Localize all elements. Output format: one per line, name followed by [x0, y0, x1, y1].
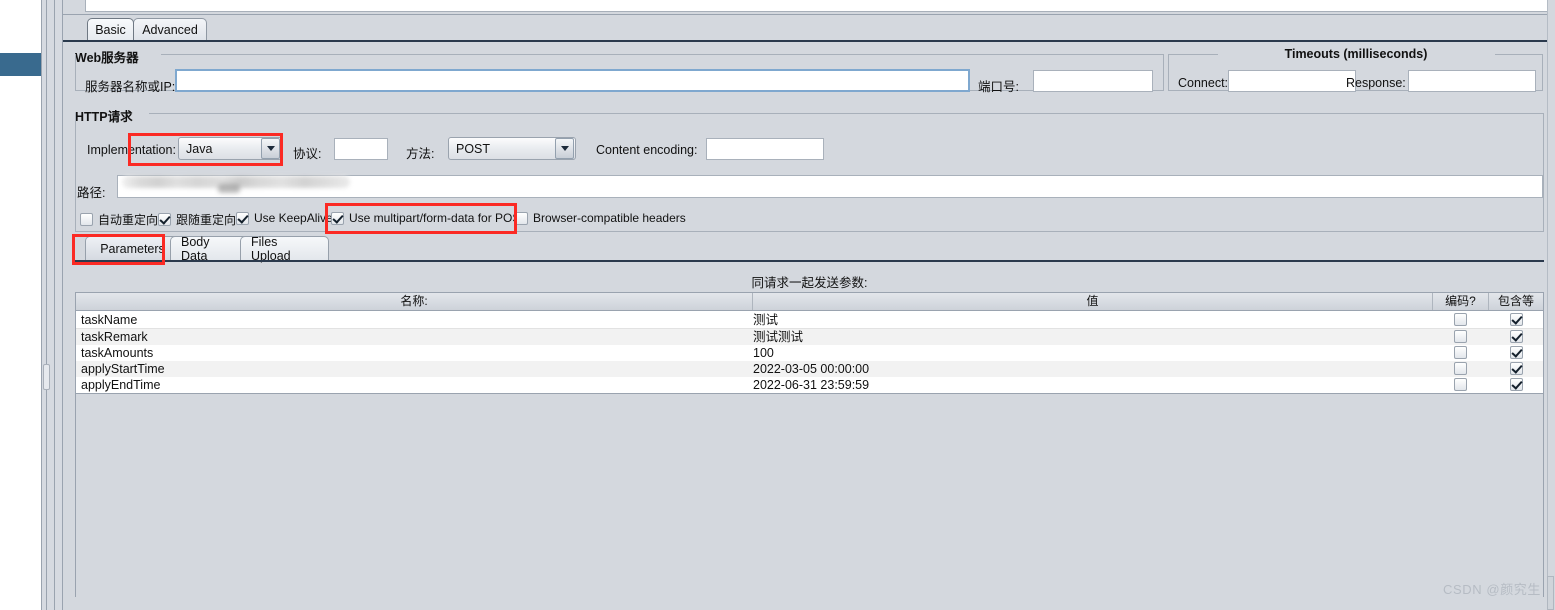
table-row[interactable]: taskAmounts 100 [76, 345, 1543, 361]
cell-include-equals-checkbox[interactable] [1510, 378, 1523, 391]
cell-include-equals-checkbox[interactable] [1510, 330, 1523, 343]
cell-name: taskAmounts [81, 346, 154, 360]
content-encoding-input[interactable] [706, 138, 824, 160]
cell-name: applyEndTime [81, 378, 161, 392]
left-blank-area [0, 0, 41, 610]
method-label: 方法: [406, 147, 435, 161]
content-encoding-label: Content encoding: [596, 143, 698, 157]
chevron-down-icon[interactable] [555, 138, 574, 159]
highlight-parameters-tab [72, 234, 165, 265]
cell-name: taskName [81, 313, 138, 327]
path-label: 路径: [77, 186, 106, 200]
path-input[interactable] [117, 175, 1543, 198]
cell-value: 测试测试 [753, 330, 804, 344]
table-empty-area[interactable] [76, 394, 1543, 597]
inner-tab-files-upload-label: Files Upload [251, 234, 291, 263]
name-field-strip [63, 0, 1555, 13]
checkbox-auto-redirect-row[interactable]: 自动重定向 [80, 211, 158, 228]
use-keepalive-label: Use KeepAlive [254, 211, 333, 225]
split-pane-divider[interactable] [41, 0, 63, 610]
use-keepalive-checkbox[interactable] [236, 211, 249, 225]
table-row[interactable]: applyEndTime 2022-06-31 23:59:59 [76, 377, 1543, 393]
highlight-multipart [325, 203, 517, 234]
main-panel: Basic Advanced Web服务器 服务器名称或IP: 端口号: Tim… [63, 0, 1555, 610]
tab-underline [63, 40, 1555, 42]
port-label: 端口号: [978, 80, 1019, 94]
port-input[interactable] [1033, 70, 1153, 92]
inner-tab-body-data-label: Body Data [181, 234, 210, 263]
table-row[interactable]: taskName 测试 [76, 312, 1543, 328]
tab-basic-label: Basic [95, 22, 126, 37]
cell-include-equals-checkbox[interactable] [1510, 313, 1523, 326]
cell-encode-checkbox[interactable] [1454, 346, 1467, 359]
response-timeout-input[interactable] [1408, 70, 1536, 92]
element-name-field[interactable] [85, 0, 1551, 12]
column-header-name[interactable]: 名称: [76, 293, 753, 310]
server-name-label: 服务器名称或IP: [85, 80, 176, 94]
table-row[interactable]: taskRemark 测试测试 [76, 329, 1543, 345]
params-note: 同请求一起发送参数: [751, 276, 868, 290]
connect-timeout-input[interactable] [1228, 70, 1356, 92]
checkbox-follow-redirect-row[interactable]: 跟随重定向 [158, 211, 236, 228]
top-divider [63, 14, 1555, 15]
cell-name: applyStartTime [81, 362, 165, 376]
cell-encode-checkbox[interactable] [1454, 330, 1467, 343]
cell-encode-checkbox[interactable] [1454, 378, 1467, 391]
column-header-include-equals[interactable]: 包含等于? [1489, 293, 1543, 325]
cell-value: 100 [753, 346, 774, 360]
tree-selection-highlight [0, 53, 41, 76]
parameters-table[interactable]: 名称: 值 编码? 包含等于? taskName 测试 taskRemark 测… [75, 292, 1544, 597]
table-row[interactable]: applyStartTime 2022-03-05 00:00:00 [76, 361, 1543, 377]
tab-advanced-label: Advanced [142, 22, 198, 37]
cell-value: 2022-06-31 23:59:59 [753, 378, 870, 392]
parameters-table-header: 名称: 值 编码? 包含等于? [76, 293, 1543, 325]
auto-redirect-label: 自动重定向 [98, 213, 159, 227]
column-header-encode[interactable]: 编码? [1433, 293, 1489, 310]
column-header-value[interactable]: 值 [753, 293, 1433, 310]
inner-tab-files-upload[interactable]: Files Upload [240, 234, 329, 263]
protocol-label: 协议: [293, 147, 322, 161]
cell-value: 测试 [753, 313, 779, 327]
browser-compatible-headers-label: Browser-compatible headers [533, 211, 686, 225]
inner-tab-underline [75, 260, 1544, 262]
checkbox-browser-headers-row[interactable]: Browser-compatible headers [515, 211, 686, 225]
follow-redirect-checkbox[interactable] [158, 213, 171, 226]
auto-redirect-checkbox[interactable] [80, 213, 93, 226]
watermark: CSDN @颜究生 [1442, 582, 1541, 597]
cell-name: taskRemark [81, 330, 148, 344]
vertical-scrollbar-thumb[interactable] [1547, 576, 1554, 610]
method-select[interactable]: POST [448, 137, 576, 160]
connect-timeout-label: Connect: [1178, 76, 1229, 90]
response-timeout-label: Response: [1346, 76, 1406, 90]
jmeter-http-request-panel: Basic Advanced Web服务器 服务器名称或IP: 端口号: Tim… [0, 0, 1555, 610]
tab-basic[interactable]: Basic [87, 18, 134, 40]
vertical-scrollbar[interactable] [1547, 0, 1555, 610]
cell-encode-checkbox[interactable] [1454, 313, 1467, 326]
cell-include-equals-checkbox[interactable] [1510, 362, 1523, 375]
checkbox-keepalive-row[interactable]: Use KeepAlive [236, 211, 333, 225]
split-pane-handle[interactable] [43, 364, 50, 390]
method-value: POST [456, 141, 491, 156]
protocol-input[interactable] [334, 138, 388, 160]
cell-value: 2022-03-05 00:00:00 [753, 362, 870, 376]
path-redacted-glyph [218, 184, 240, 193]
follow-redirect-label: 跟随重定向 [176, 213, 237, 227]
inner-tab-body-data[interactable]: Body Data [170, 234, 250, 263]
highlight-implementation [128, 133, 283, 166]
tab-advanced[interactable]: Advanced [133, 18, 207, 40]
server-name-input[interactable] [175, 69, 970, 92]
cell-include-equals-checkbox[interactable] [1510, 346, 1523, 359]
cell-encode-checkbox[interactable] [1454, 362, 1467, 375]
